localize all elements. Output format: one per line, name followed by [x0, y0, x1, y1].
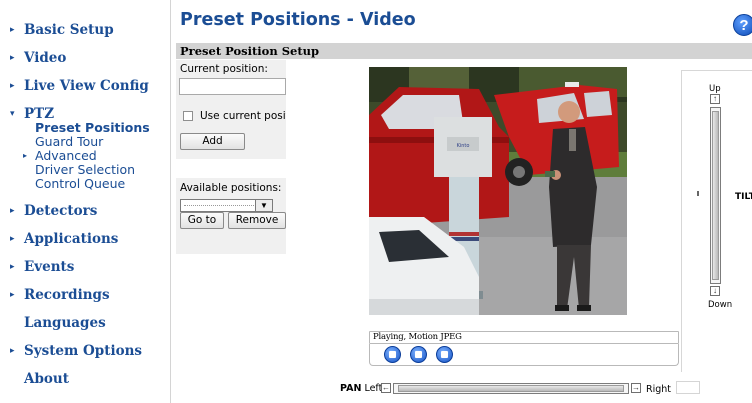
sidebar-item-events[interactable]: ▸ Events — [10, 259, 74, 275]
pan-label: PAN Left — [340, 383, 382, 394]
sidebar-item-applications[interactable]: ▸ Applications — [10, 231, 118, 247]
chevron-down-icon: ▾ — [10, 109, 15, 119]
tilt-slider-thumb[interactable] — [712, 111, 719, 280]
sidebar-item-label: Applications — [24, 231, 119, 247]
chevron-right-icon: ▸ — [23, 151, 28, 160]
pan-left-label: Left — [364, 383, 383, 394]
sidebar-item-label: Video — [24, 50, 67, 66]
sidebar-item-label: Live View Config — [24, 78, 149, 94]
sidebar-subitem-advanced[interactable]: ▸ Advanced — [23, 148, 97, 163]
tilt-down-label: Down — [708, 300, 733, 310]
section-title: Preset Position Setup — [180, 44, 320, 58]
chevron-right-icon: ▸ — [10, 81, 15, 91]
chevron-down-icon[interactable]: ▼ — [255, 200, 272, 211]
pan-slider[interactable] — [393, 383, 629, 394]
stream-status-bar: Playing, Motion JPEG — [369, 331, 679, 344]
sidebar-item-video[interactable]: ▸ Video — [10, 50, 66, 66]
sidebar-item-label: Recordings — [24, 287, 110, 303]
chevron-right-icon: ▸ — [10, 206, 15, 216]
current-position-input[interactable] — [179, 78, 286, 95]
chevron-right-icon: ▸ — [10, 234, 15, 244]
video-stream[interactable]: Kinto — [369, 67, 627, 315]
tilt-down-arrow-icon[interactable]: ↓ — [710, 286, 720, 296]
sidebar-item-system-options[interactable]: ▸ System Options — [10, 343, 142, 359]
tilt-slider[interactable] — [710, 107, 721, 284]
use-current-position-checkbox[interactable] — [183, 111, 193, 121]
sidebar-item-label: Detectors — [24, 203, 98, 219]
current-position-label: Current position: — [180, 63, 268, 75]
sidebar-subitem-guard-tour[interactable]: Guard Tour — [35, 134, 103, 149]
pan-title: PAN — [340, 383, 362, 394]
sidebar-subitem-driver-selection[interactable]: Driver Selection — [35, 162, 135, 177]
sidebar-item-about[interactable]: About — [24, 371, 69, 387]
chevron-right-icon: ▸ — [10, 290, 15, 300]
page-title: Preset Positions - Video — [180, 10, 416, 30]
available-positions-label: Available positions: — [180, 182, 282, 194]
view-full-icon[interactable] — [436, 346, 453, 363]
sidebar-item-live-view-config[interactable]: ▸ Live View Config — [10, 78, 149, 94]
chevron-right-icon: ▸ — [10, 262, 15, 272]
snapshot-icon[interactable] — [410, 346, 427, 363]
sidebar-item-label: Events — [24, 259, 75, 275]
tilt-label: TILT — [735, 192, 752, 202]
pan-right-arrow-icon[interactable]: → — [631, 383, 641, 393]
pan-left-arrow-icon[interactable]: ← — [381, 383, 391, 393]
help-icon[interactable]: ? — [733, 14, 752, 36]
tilt-up-arrow-icon[interactable]: ↑ — [710, 94, 720, 104]
chevron-right-icon: ▸ — [10, 53, 15, 63]
stop-icon[interactable] — [384, 346, 401, 363]
add-button[interactable]: Add — [180, 133, 245, 150]
use-current-position-label: Use current position — [200, 110, 286, 122]
camera-image: Kinto — [369, 67, 627, 315]
sidebar-nav: ▸ Basic Setup ▸ Video ▸ Live View Config ▾ P… — [0, 0, 171, 403]
pan-value-box — [676, 381, 700, 394]
go-to-button[interactable]: Go to — [180, 212, 224, 229]
pan-slider-thumb[interactable] — [398, 385, 624, 392]
available-positions-select[interactable]: ▼ — [180, 199, 273, 212]
sidebar-item-recordings[interactable]: ▸ Recordings — [10, 287, 110, 303]
chevron-right-icon: ▸ — [10, 346, 15, 356]
sidebar-item-label: System Options — [24, 343, 142, 359]
sidebar-subitem-control-queue[interactable]: Control Queue — [35, 176, 125, 191]
sidebar-item-basic-setup[interactable]: ▸ Basic Setup — [10, 22, 114, 38]
sidebar-subitem-preset-positions[interactable]: Preset Positions — [35, 120, 150, 135]
tilt-tick-mark — [697, 191, 699, 196]
tilt-up-label: Up — [709, 84, 721, 94]
section-header: Preset Position Setup — [176, 43, 752, 59]
sidebar-item-languages[interactable]: Languages — [24, 315, 106, 331]
video-controls — [369, 344, 679, 366]
chevron-right-icon: ▸ — [10, 25, 15, 35]
pan-right-label: Right — [646, 384, 672, 395]
sign-text: Kinto — [457, 143, 470, 149]
sidebar-item-detectors[interactable]: ▸ Detectors — [10, 203, 97, 219]
sidebar-subitem-label: Advanced — [35, 148, 97, 163]
stream-status-text: Playing, Motion JPEG — [373, 332, 462, 342]
select-placeholder-line — [184, 205, 254, 206]
sidebar-item-label: Basic Setup — [24, 22, 114, 38]
remove-button[interactable]: Remove — [228, 212, 286, 229]
